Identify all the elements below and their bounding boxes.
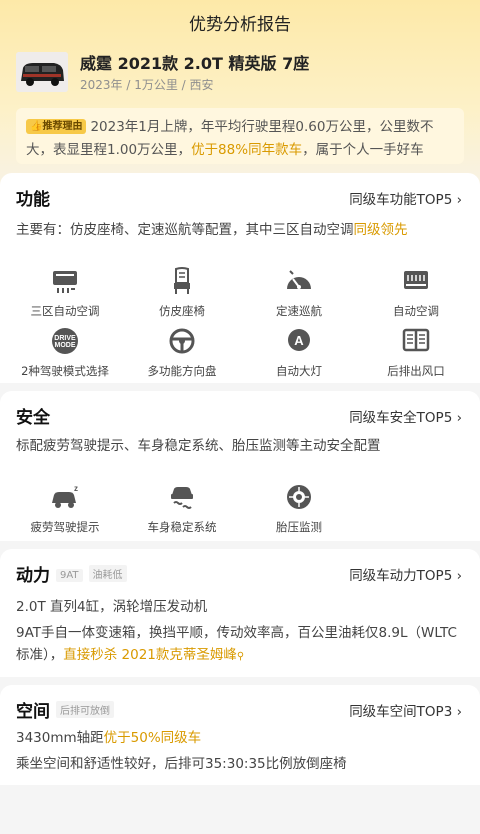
feature-label: 三区自动空调 <box>30 304 100 318</box>
space-top3-link[interactable]: 同级车空间TOP3 › <box>349 700 462 720</box>
feature-fatigue: z 疲劳驾驶提示 <box>15 481 115 535</box>
function-title: 功能 <box>16 190 50 210</box>
function-top5-link[interactable]: 同级车功能TOP5 › <box>349 188 462 208</box>
reason-highlight: 优于88%同年款车 <box>191 142 303 158</box>
feature-label: 仿皮座椅 <box>159 304 205 318</box>
space-comfort: 乘坐空间和舒适性较好，后排可35:30:35比例放倒座椅 <box>16 756 347 772</box>
power-tag: 油耗低 <box>88 565 127 582</box>
space-title: 空间 后排可放倒 <box>16 697 114 722</box>
feature-label: 自动大灯 <box>276 364 322 378</box>
feature-ac-zone: 三区自动空调 <box>15 265 115 319</box>
rear-vent-icon <box>402 328 430 352</box>
auto-headlight-icon: A <box>288 329 310 351</box>
feature-label: 定速巡航 <box>276 304 322 318</box>
seat-icon <box>174 267 190 294</box>
svg-text:z: z <box>74 484 78 493</box>
space-tag: 后排可放倒 <box>56 701 114 718</box>
feature-steering: 多功能方向盘 <box>132 325 232 379</box>
feature-label: 后排出风口 <box>387 364 445 378</box>
tire-pressure-icon <box>287 485 311 509</box>
chevron-right-icon: › <box>456 704 462 720</box>
feature-stability: 车身稳定系统 <box>132 481 232 535</box>
recommend-badge: 👍推荐理由 <box>26 119 87 134</box>
cruise-icon <box>287 270 311 289</box>
feature-label: 多功能方向盘 <box>147 364 217 378</box>
safety-summary: 标配疲劳驾驶提示、车身稳定系统、胎压监测等主动安全配置 <box>16 438 381 454</box>
feature-label: 疲劳驾驶提示 <box>30 520 100 534</box>
safety-card: 安全 同级车安全TOP5 › 标配疲劳驾驶提示、车身稳定系统、胎压监测等主动安全… <box>0 391 480 541</box>
chevron-right-icon: › <box>456 410 462 426</box>
feature-drive-mode: DRIVE MODE 2种驾驶模式选择 <box>15 325 115 379</box>
feature-tire: 胎压监测 <box>249 481 349 535</box>
feature-label: 车身稳定系统 <box>147 520 217 534</box>
feature-rear-vent: 后排出风口 <box>366 325 466 379</box>
space-card: 空间 后排可放倒 同级车空间TOP3 › 3430mm轴距优于50%同级车 乘坐空… <box>0 685 480 785</box>
search-icon: ⚲ <box>236 651 245 662</box>
compare-link[interactable]: 直接秒杀 2021款克蒂圣姆峰⚲ <box>63 647 244 663</box>
ac-zone-icon <box>53 271 77 293</box>
safety-title: 安全 <box>16 408 50 428</box>
chevron-right-icon: › <box>456 568 462 584</box>
reason-text-end: ，属于个人一手好车 <box>302 142 424 158</box>
steering-wheel-icon <box>169 328 195 354</box>
chevron-right-icon: › <box>456 192 462 208</box>
thumb-up-icon: 👍 <box>30 121 43 132</box>
feature-seat: 仿皮座椅 <box>132 265 232 319</box>
function-card: 功能 同级车功能TOP5 › 主要有：仿皮座椅、定速巡航等配置，其中三区自动空调… <box>0 173 480 383</box>
feature-label: 自动空调 <box>393 304 439 318</box>
feature-label: 胎压监测 <box>276 520 322 534</box>
drive-mode-icon-line-1: DRIVE <box>54 335 76 342</box>
feature-cruise: 定速巡航 <box>249 265 349 319</box>
feature-headlight: A 自动大灯 <box>249 325 349 379</box>
car-thumbnail <box>16 52 68 92</box>
space-wheelbase: 3430mm轴距优于50%同级车 <box>16 730 202 746</box>
safety-top5-link[interactable]: 同级车安全TOP5 › <box>349 406 462 426</box>
car-name: 威霆 2021款 2.0T 精英版 7座 <box>80 54 310 73</box>
power-card: 动力 9AT 油耗低 同级车动力TOP5 › 2.0T 直列4缸，涡轮增压发动机 9… <box>0 549 480 677</box>
auto-headlight-icon-letter: A <box>294 333 304 348</box>
feature-label: 2种驾驶模式选择 <box>21 364 109 378</box>
feature-auto-ac: 自动空调 <box>366 265 466 319</box>
power-engine: 2.0T 直列4缸，涡轮增压发动机 <box>16 599 208 615</box>
auto-ac-icon <box>404 271 428 289</box>
power-tag: 9AT <box>56 569 83 582</box>
power-transmission: 9AT手自一体变速箱，换挡平顺，传动效率高，百公里油耗仅8.9L（WLTC标准）… <box>16 625 457 663</box>
car-summary[interactable]: 威霆 2021款 2.0T 精英版 7座 2023年 / 1万公里 / 西安 <box>16 48 466 98</box>
fatigue-icon: z <box>52 484 78 508</box>
drive-mode-icon: DRIVEMODE <box>52 328 78 354</box>
stability-icon <box>171 487 193 509</box>
page-title: 优势分析报告 <box>189 15 291 35</box>
power-title: 动力 9AT 油耗低 <box>16 561 127 586</box>
drive-mode-icon-line-2: MODE <box>55 342 76 349</box>
car-meta: 2023年 / 1万公里 / 西安 <box>80 78 214 92</box>
power-top5-link[interactable]: 同级车动力TOP5 › <box>349 564 462 584</box>
recommend-reason: 👍推荐理由 2023年1月上牌，年平均行驶里程0.60万公里，公里数不大，表显里程… <box>16 108 464 164</box>
function-summary: 主要有：仿皮座椅、定速巡航等配置，其中三区自动空调同级领先 <box>16 222 408 238</box>
